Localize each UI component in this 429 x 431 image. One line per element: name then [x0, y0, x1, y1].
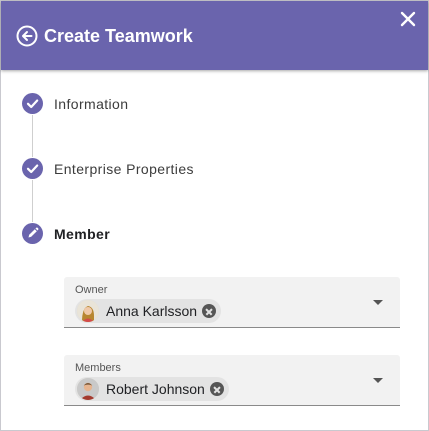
- close-button[interactable]: [399, 10, 417, 28]
- remove-owner-icon[interactable]: [202, 304, 217, 318]
- chevron-down-icon[interactable]: [373, 378, 383, 383]
- chevron-down-icon[interactable]: [373, 300, 383, 305]
- members-label: Members: [75, 362, 121, 374]
- check-icon: [26, 99, 39, 109]
- owner-name: Anna Karlsson: [106, 303, 198, 319]
- member-name: Robert Johnson: [106, 381, 205, 397]
- dialog-header: Create Teamwork: [1, 1, 428, 70]
- member-chip[interactable]: Robert Johnson: [75, 377, 229, 401]
- step-active-icon: [22, 223, 43, 244]
- woman-avatar: [77, 300, 99, 322]
- step-completed-icon: [22, 158, 43, 179]
- members-field[interactable]: Members Robert Johnson: [64, 355, 400, 406]
- man-avatar: [77, 378, 99, 400]
- step-connector: [32, 180, 33, 222]
- step-enterprise-properties[interactable]: Enterprise Properties: [54, 160, 194, 178]
- step-member[interactable]: Member: [54, 225, 110, 243]
- check-icon: [26, 164, 39, 174]
- back-button[interactable]: [16, 25, 38, 47]
- owner-label: Owner: [75, 284, 108, 296]
- step-completed-icon: [22, 93, 43, 114]
- create-teamwork-dialog: Create Teamwork Information Enterprise P…: [0, 0, 429, 431]
- step-connector: [32, 115, 33, 157]
- step-information[interactable]: Information: [54, 95, 128, 113]
- edit-pencil-icon: [28, 227, 39, 238]
- remove-member-icon[interactable]: [209, 382, 224, 396]
- owner-chip[interactable]: Anna Karlsson: [75, 299, 222, 323]
- dialog-title: Create Teamwork: [44, 26, 193, 46]
- close-icon: [400, 11, 416, 27]
- arrow-left-circle-icon: [16, 25, 38, 47]
- owner-field[interactable]: Owner Anna Karlsson: [64, 277, 400, 328]
